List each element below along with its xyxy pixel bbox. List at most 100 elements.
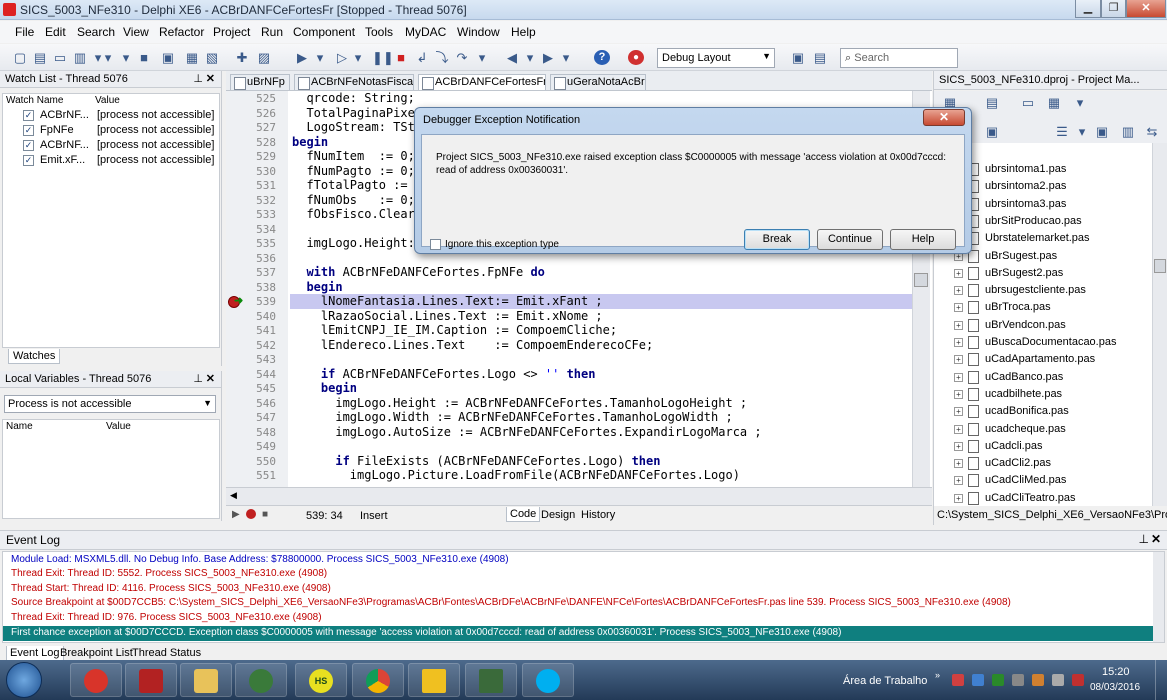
trace-into-icon[interactable]: ↲ xyxy=(414,50,430,65)
log-line[interactable]: Thread Start: Thread ID: 4116. Process S… xyxy=(11,583,331,594)
dropdown-icon[interactable]: ▾ xyxy=(312,50,328,65)
expand-icon[interactable]: + xyxy=(954,476,963,486)
menu-file[interactable]: File xyxy=(15,25,34,39)
save-layout-icon[interactable]: ▣ xyxy=(790,50,806,65)
dropdown-icon[interactable]: ▾ xyxy=(474,50,490,65)
folder-icon[interactable]: ▭ xyxy=(1020,95,1036,110)
save-all-icon[interactable]: ▣ xyxy=(160,50,176,65)
volume-icon[interactable] xyxy=(1052,674,1064,686)
start-button[interactable] xyxy=(6,662,42,698)
expand-icon[interactable]: + xyxy=(954,441,963,451)
expand-icon[interactable]: + xyxy=(954,459,963,469)
menu-project[interactable]: Project xyxy=(213,25,250,39)
tab-event-log[interactable]: Event Log xyxy=(6,646,64,661)
options-icon[interactable]: ▥ xyxy=(1120,124,1136,139)
continue-button[interactable]: Continue xyxy=(817,229,883,250)
dialog-close-button[interactable]: ✕ xyxy=(923,109,965,126)
new-items-icon[interactable]: ▤ xyxy=(32,50,48,65)
scrollbar-thumb[interactable] xyxy=(1154,259,1166,273)
close-icon[interactable]: ✕ xyxy=(206,372,215,385)
tab-thread-status[interactable]: Thread Status xyxy=(132,647,201,659)
dropdown-icon[interactable]: ▾ xyxy=(1072,95,1088,110)
dropdown-icon[interactable]: ▾ xyxy=(100,50,116,65)
tab-ubrnfp[interactable]: uBrNFp xyxy=(230,74,290,90)
stop-icon[interactable]: ■ xyxy=(262,509,268,520)
collapse-icon[interactable]: ▾ xyxy=(1074,124,1090,139)
watch-row[interactable]: ✓ Emit.xF... [process not accessible] xyxy=(3,153,223,168)
close-window-button[interactable]: ✕ xyxy=(1126,0,1166,18)
show-desktop-button[interactable] xyxy=(1155,660,1167,700)
run-without-debug-icon[interactable]: ▷ xyxy=(334,50,350,65)
tray-icon[interactable] xyxy=(952,674,964,686)
pin-icon[interactable]: ⊥ xyxy=(193,372,203,385)
back-arrow-icon[interactable]: ◀ xyxy=(504,50,520,65)
expand-icon[interactable]: ☰ xyxy=(1054,124,1070,139)
step-over-icon[interactable]: ⤵ xyxy=(434,50,450,65)
menu-search[interactable]: Search xyxy=(77,25,115,39)
sort-icon[interactable]: ⇆ xyxy=(1144,124,1160,139)
checkbox[interactable]: ✓ xyxy=(23,110,34,121)
taskbar-app[interactable] xyxy=(408,663,460,697)
set-layout-icon[interactable]: ▤ xyxy=(812,50,828,65)
expand-icon[interactable]: + xyxy=(954,268,963,278)
view-unit-icon[interactable]: ▦ xyxy=(184,50,200,65)
network-icon[interactable] xyxy=(1012,674,1024,686)
tab-code[interactable]: Code xyxy=(506,507,541,522)
taskbar-app[interactable]: HS xyxy=(295,663,347,697)
checkbox[interactable]: ✓ xyxy=(23,155,34,166)
ignore-exception-checkbox[interactable] xyxy=(430,239,441,250)
search-input[interactable]: ⌕ Search xyxy=(840,48,958,68)
vertical-scrollbar[interactable] xyxy=(1153,552,1164,642)
view-icon[interactable]: ▦ xyxy=(1046,95,1062,110)
remove-file-icon[interactable]: ▨ xyxy=(256,50,272,65)
help-button[interactable]: Help xyxy=(890,229,956,250)
checkbox[interactable]: ✓ xyxy=(23,125,34,136)
log-line[interactable]: First chance exception at $00D7CCCD. Exc… xyxy=(11,627,841,638)
scrollbar-thumb[interactable] xyxy=(914,273,928,287)
expand-icon[interactable]: + xyxy=(954,320,963,330)
tab-ugeranotaacbr[interactable]: uGeraNotaAcBr xyxy=(550,74,646,90)
menu-run[interactable]: Run xyxy=(261,25,283,39)
close-icon[interactable]: ✕ xyxy=(1151,532,1161,546)
dropdown-icon[interactable]: ▾ xyxy=(350,50,366,65)
desktop-toolbar-label[interactable]: Área de Trabalho xyxy=(843,675,927,687)
taskbar-app[interactable] xyxy=(465,663,517,697)
add-file-icon[interactable]: ✚ xyxy=(234,50,250,65)
maximize-button[interactable]: ❐ xyxy=(1101,0,1126,18)
taskbar-explorer[interactable] xyxy=(180,663,232,697)
log-line[interactable]: Thread Exit: Thread ID: 5552. Process SI… xyxy=(11,568,327,579)
taskbar-app[interactable] xyxy=(125,663,177,697)
forward-arrow-icon[interactable]: ▶ xyxy=(540,50,556,65)
build-icon[interactable]: ▣ xyxy=(1094,124,1110,139)
pause-icon[interactable]: ❚❚ xyxy=(372,50,394,65)
expand-icon[interactable]: + xyxy=(954,286,963,296)
menu-edit[interactable]: Edit xyxy=(45,25,66,39)
watch-row[interactable]: ✓ ACBrNF... [process not accessible] xyxy=(3,108,223,123)
sync-icon[interactable]: ▣ xyxy=(984,124,1000,139)
menu-tools[interactable]: Tools xyxy=(365,25,393,39)
run-icon[interactable]: ▶ xyxy=(294,50,310,65)
expand-icon[interactable]: + xyxy=(954,493,963,503)
expand-icon[interactable]: + xyxy=(954,338,963,347)
expand-icon[interactable]: + xyxy=(954,407,963,417)
taskbar-chrome[interactable] xyxy=(352,663,404,697)
save-icon[interactable]: ■ xyxy=(136,50,152,65)
event-log-list[interactable]: Module Load: MSXML5.dll. No Debug Info. … xyxy=(2,551,1165,643)
tab-breakpoint-list[interactable]: Breakpoint List xyxy=(60,647,133,659)
tray-icon[interactable] xyxy=(1072,674,1084,686)
menu-component[interactable]: Component xyxy=(293,25,355,39)
menu-mydac[interactable]: MyDAC xyxy=(405,25,446,39)
expand-icon[interactable]: + xyxy=(954,389,963,399)
checkbox[interactable]: ✓ xyxy=(23,140,34,151)
tray-icon[interactable] xyxy=(992,674,1004,686)
record-icon[interactable] xyxy=(246,509,256,519)
watch-row[interactable]: ✓ FpNFe [process not accessible] xyxy=(3,123,223,138)
chevron-right-icon[interactable]: » xyxy=(935,670,940,680)
break-button[interactable]: Break xyxy=(744,229,810,250)
log-line[interactable]: Source Breakpoint at $00D7CCB5: C:\Syste… xyxy=(11,597,1011,608)
run-to-cursor-icon[interactable]: ↷ xyxy=(454,50,470,65)
watch-row[interactable]: ✓ ACBrNF... [process not accessible] xyxy=(3,138,223,153)
tray-icon[interactable] xyxy=(972,674,984,686)
play-icon[interactable]: ▶ xyxy=(232,509,240,520)
log-line[interactable]: Thread Exit: Thread ID: 976. Process SIC… xyxy=(11,612,322,623)
